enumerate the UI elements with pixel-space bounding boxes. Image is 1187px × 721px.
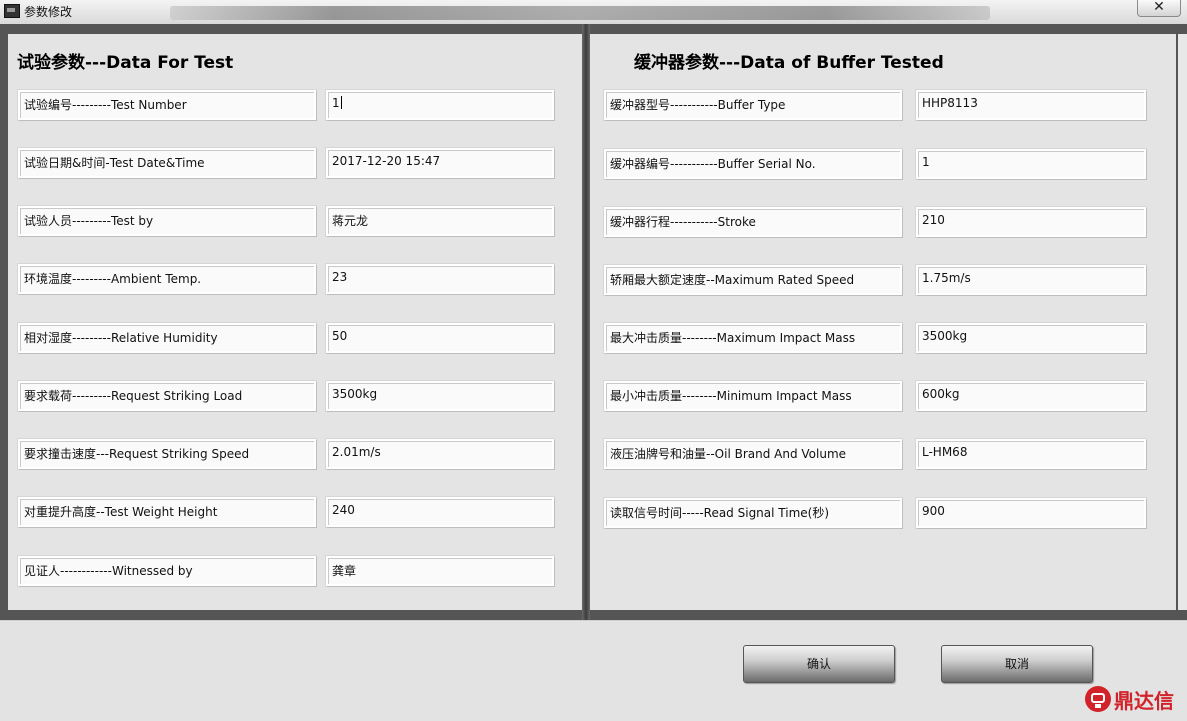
window-title: 参数修改 — [24, 5, 73, 19]
read-signal-time-label: 读取信号时间-----Read Signal Time(秒) — [604, 498, 902, 528]
test-number-input[interactable]: 1 — [326, 90, 554, 120]
buffer-data-panel: 缓冲器参数---Data of Buffer Tested 缓冲器型号-----… — [590, 34, 1176, 610]
logo-icon — [1085, 686, 1111, 712]
right-edge-strip — [1178, 34, 1187, 610]
test-datetime-input[interactable]: 2017-12-20 15:47 — [326, 148, 554, 178]
close-icon: ✕ — [1153, 0, 1165, 15]
tested-by-input[interactable]: 蒋元龙 — [326, 206, 554, 236]
stroke-input[interactable]: 210 — [916, 207, 1146, 237]
witnessed-by-input[interactable]: 龚章 — [326, 556, 554, 586]
max-rated-speed-label: 轿厢最大额定速度--Maximum Rated Speed — [604, 265, 902, 295]
min-impact-mass-input[interactable]: 600kg — [916, 381, 1146, 411]
relative-humidity-input[interactable]: 50 — [326, 323, 554, 353]
ambient-temp-input[interactable]: 23 — [326, 264, 554, 294]
read-signal-time-input[interactable]: 900 — [916, 498, 1146, 528]
close-button[interactable]: ✕ — [1137, 0, 1181, 17]
cancel-button[interactable]: 取消 — [941, 645, 1093, 683]
buffer-data-title: 缓冲器参数---Data of Buffer Tested — [634, 53, 944, 73]
test-data-panel: 试验参数---Data For Test 试验编号---------Test N… — [8, 34, 582, 610]
weight-height-input[interactable]: 240 — [326, 497, 554, 527]
max-impact-mass-input[interactable]: 3500kg — [916, 323, 1146, 353]
app-icon — [4, 4, 20, 18]
buffer-type-input[interactable]: HHP8113 — [916, 90, 1146, 120]
buffer-serial-label: 缓冲器编号-----------Buffer Serial No. — [604, 149, 902, 179]
witnessed-by-label: 见证人------------Witnessed by — [18, 556, 316, 586]
test-data-title: 试验参数---Data For Test — [17, 53, 234, 73]
title-bar-background — [170, 6, 990, 20]
buffer-serial-input[interactable]: 1 — [916, 149, 1146, 179]
striking-load-label: 要求载荷---------Request Striking Load — [18, 381, 316, 411]
weight-height-label: 对重提升高度--Test Weight Height — [18, 497, 316, 527]
striking-speed-label: 要求撞击速度---Request Striking Speed — [18, 439, 316, 469]
panel-divider[interactable] — [582, 24, 590, 620]
test-number-label: 试验编号---------Test Number — [18, 90, 316, 120]
confirm-button[interactable]: 确认 — [743, 645, 895, 683]
tested-by-label: 试验人员---------Test by — [18, 206, 316, 236]
test-datetime-label: 试验日期&时间-Test Date&Time — [18, 148, 316, 178]
min-impact-mass-label: 最小冲击质量--------Minimum Impact Mass — [604, 381, 902, 411]
max-rated-speed-input[interactable]: 1.75m/s — [916, 265, 1146, 295]
main-frame: 试验参数---Data For Test 试验编号---------Test N… — [0, 24, 1187, 620]
watermark-logo: 鼎达信 — [1085, 684, 1174, 714]
text-cursor — [340, 96, 342, 109]
striking-load-input[interactable]: 3500kg — [326, 381, 554, 411]
striking-speed-input[interactable]: 2.01m/s — [326, 439, 554, 469]
stroke-label: 缓冲器行程-----------Stroke — [604, 207, 902, 237]
relative-humidity-label: 相对湿度---------Relative Humidity — [18, 323, 316, 353]
button-bar: 确认 取消 鼎达信 — [0, 620, 1187, 721]
watermark-text: 鼎达信 — [1114, 688, 1174, 713]
oil-brand-label: 液压油牌号和油量--Oil Brand And Volume — [604, 439, 902, 469]
ambient-temp-label: 环境温度---------Ambient Temp. — [18, 264, 316, 294]
max-impact-mass-label: 最大冲击质量--------Maximum Impact Mass — [604, 323, 902, 353]
buffer-type-label: 缓冲器型号-----------Buffer Type — [604, 90, 902, 120]
title-bar: 参数修改 ✕ — [0, 0, 1187, 25]
oil-brand-input[interactable]: L-HM68 — [916, 439, 1146, 469]
